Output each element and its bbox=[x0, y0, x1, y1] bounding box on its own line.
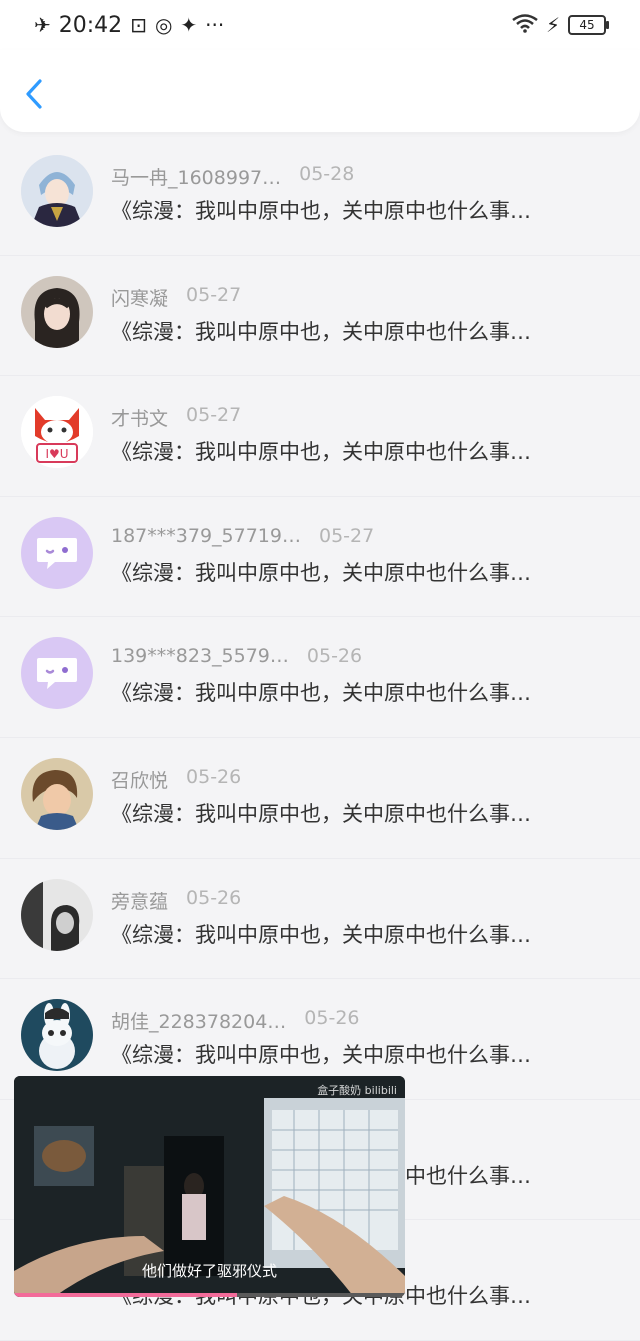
avatar[interactable] bbox=[21, 757, 93, 830]
comment-date: 05-26 bbox=[304, 1007, 360, 1030]
author-name: 胡佳_228378204… bbox=[111, 1011, 287, 1034]
video-watermark: 盒子酸奶 bilibili bbox=[317, 1084, 397, 1097]
video-progress-bar[interactable] bbox=[14, 1293, 405, 1297]
author-name: 旁意蕴 bbox=[111, 890, 169, 913]
status-time: 20:42 bbox=[58, 12, 123, 38]
video-progress-fill bbox=[14, 1293, 237, 1297]
bird-icon: ✦ bbox=[180, 13, 198, 37]
more-icon: ··· bbox=[205, 13, 225, 37]
comment-date: 05-26 bbox=[186, 765, 242, 788]
author-name: 187***379_57719… bbox=[111, 524, 301, 547]
list-item[interactable]: 召欣悦 05-26 《综漫：我叫中原中也，关中原中也什么事… bbox=[0, 738, 640, 859]
sync-icon: ◎ bbox=[154, 13, 173, 37]
avatar[interactable] bbox=[21, 878, 93, 951]
floating-video-player[interactable]: 盒子酸奶 bilibili 他们做好了驱邪仪式 bbox=[14, 1076, 405, 1297]
comment-date: 05-28 bbox=[299, 163, 355, 185]
avatar[interactable]: I♥U bbox=[21, 396, 93, 469]
back-button[interactable] bbox=[22, 78, 48, 110]
book-title: 《综漫：我叫中原中也，关中原中也什么事… bbox=[111, 801, 531, 826]
comment-date: 05-27 bbox=[318, 524, 375, 547]
chevron-left-icon bbox=[26, 79, 42, 109]
comment-date: 05-26 bbox=[306, 645, 363, 668]
list-item[interactable]: 马一冉_1608997… 05-28 《综漫：我叫中原中也，关中原中也什么事… bbox=[0, 135, 640, 256]
chat-bubble-icon bbox=[37, 658, 77, 690]
chat-bubble-icon bbox=[37, 537, 77, 569]
battery-indicator: 45 bbox=[568, 15, 609, 35]
list-item[interactable]: 187***379_57719… 05-27 《综漫：我叫中原中也，关中原中也什… bbox=[0, 497, 640, 618]
comment-date: 05-27 bbox=[186, 404, 242, 427]
book-title: 《综漫：我叫中原中也，关中原中也什么事… bbox=[111, 440, 531, 465]
comment-date: 05-26 bbox=[186, 886, 242, 909]
avatar[interactable] bbox=[21, 275, 93, 348]
comment-date: 05-27 bbox=[186, 283, 242, 306]
top-nav-bar bbox=[0, 50, 640, 132]
airplane-icon: ✈ bbox=[34, 13, 51, 37]
list-item[interactable]: 闪寒凝 05-27 《综漫：我叫中原中也，关中原中也什么事… bbox=[0, 256, 640, 377]
avatar[interactable] bbox=[21, 637, 93, 710]
avatar[interactable] bbox=[21, 999, 93, 1072]
status-bar: ✈ 20:42 ⊡ ◎ ✦ ··· ⚡ 45 bbox=[0, 0, 640, 50]
author-name: 马一冉_1608997… bbox=[111, 167, 282, 189]
charging-icon: ⚡ bbox=[545, 13, 560, 37]
svg-text:I♥U: I♥U bbox=[45, 447, 68, 461]
avatar[interactable] bbox=[21, 516, 93, 589]
author-name: 139***823_5579… bbox=[111, 645, 289, 668]
book-title: 《综漫：我叫中原中也，关中原中也什么事… bbox=[111, 560, 531, 585]
author-name: 才书文 bbox=[111, 408, 169, 431]
author-name: 闪寒凝 bbox=[111, 287, 169, 310]
author-name: 召欣悦 bbox=[111, 769, 169, 792]
book-title: 《综漫：我叫中原中也，关中原中也什么事… bbox=[111, 681, 531, 706]
book-title: 《综漫：我叫中原中也，关中原中也什么事… bbox=[111, 199, 531, 223]
book-title: 《综漫：我叫中原中也，关中原中也什么事… bbox=[111, 319, 531, 344]
list-item[interactable]: 旁意蕴 05-26 《综漫：我叫中原中也，关中原中也什么事… bbox=[0, 859, 640, 980]
list-item[interactable]: I♥U 才书文 05-27 《综漫：我叫中原中也，关中原中也什么事… bbox=[0, 376, 640, 497]
book-title: 《综漫：我叫中原中也，关中原中也什么事… bbox=[111, 922, 531, 947]
list-item[interactable]: 139***823_5579… 05-26 《综漫：我叫中原中也，关中原中也什么… bbox=[0, 617, 640, 738]
notification-icon: ⊡ bbox=[130, 13, 147, 37]
avatar[interactable] bbox=[21, 155, 93, 227]
wifi-icon bbox=[512, 13, 538, 38]
book-title: 《综漫：我叫中原中也，关中原中也什么事… bbox=[111, 1043, 531, 1068]
video-subtitle: 他们做好了驱邪仪式 bbox=[141, 1262, 277, 1280]
